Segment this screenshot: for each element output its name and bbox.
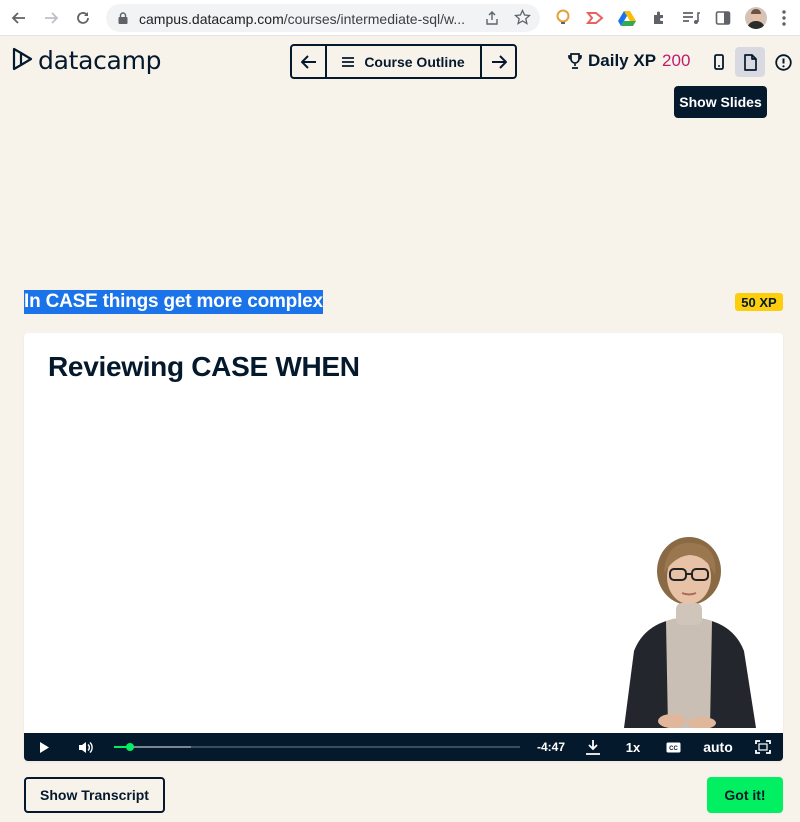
captions-icon: CC (666, 742, 680, 752)
report-issue-button[interactable] (768, 47, 798, 77)
got-it-button[interactable]: Got it! (707, 777, 783, 813)
arrow-right-icon (491, 54, 507, 69)
download-icon (586, 740, 600, 755)
download-button[interactable] (582, 733, 604, 761)
alert-circle-icon (774, 53, 792, 71)
scrubber-handle[interactable] (126, 743, 135, 751)
fullscreen-icon (755, 740, 771, 754)
datacamp-logo[interactable]: datacamp (12, 46, 162, 75)
video-controls: -4:47 1x CC auto (24, 733, 783, 761)
progress-bar[interactable] (114, 743, 520, 751)
share-icon[interactable] (484, 10, 500, 26)
video-player[interactable]: Reviewing CASE WHEN -4:47 1x CC auto (24, 333, 783, 761)
course-outline-label: Course Outline (364, 53, 465, 70)
daily-xp-value: 200 (662, 51, 691, 70)
lightbulb-extension-icon[interactable] (553, 8, 573, 28)
show-transcript-button[interactable]: Show Transcript (24, 777, 165, 813)
mobile-view-button[interactable] (704, 47, 734, 77)
reload-icon[interactable] (72, 7, 94, 29)
previous-exercise-button[interactable] (292, 46, 325, 77)
daily-xp[interactable]: Daily XP 200 (568, 51, 690, 71)
mobile-icon (714, 54, 724, 70)
presenter-video (624, 537, 756, 728)
svg-text:CC: CC (669, 746, 678, 752)
course-navigation: Course Outline (290, 44, 517, 79)
bookmark-star-icon[interactable] (514, 9, 531, 26)
trophy-icon (568, 53, 582, 69)
browser-toolbar: campus.datacamp.com/courses/intermediate… (0, 0, 800, 36)
back-icon[interactable] (8, 7, 30, 29)
logo-text: datacamp (38, 46, 162, 75)
slide-title: Reviewing CASE WHEN (48, 351, 360, 382)
profile-avatar[interactable] (745, 7, 767, 29)
fullscreen-button[interactable] (752, 733, 774, 761)
arrow-left-icon (300, 54, 316, 69)
forward-icon[interactable] (40, 7, 62, 29)
datacamp-logo-icon (12, 47, 33, 70)
address-bar[interactable]: campus.datacamp.com/courses/intermediate… (106, 4, 540, 32)
play-button[interactable] (34, 733, 54, 761)
document-icon (743, 53, 757, 71)
url-text: campus.datacamp.com/courses/intermediate… (139, 11, 466, 27)
quality-button[interactable]: auto (698, 733, 738, 761)
playback-speed-button[interactable]: 1x (622, 733, 644, 761)
xp-badge: 50 XP (735, 293, 783, 311)
side-panel-icon[interactable] (713, 8, 733, 28)
extensions-puzzle-icon[interactable] (649, 8, 669, 28)
daily-xp-label: Daily XP (588, 51, 657, 70)
show-slides-button[interactable] (735, 47, 765, 77)
next-exercise-button[interactable] (482, 46, 515, 77)
media-playlist-icon[interactable] (681, 8, 701, 28)
arrow-extension-icon[interactable] (585, 8, 605, 28)
volume-button[interactable] (74, 733, 96, 761)
course-outline-button[interactable]: Course Outline (325, 46, 482, 77)
chrome-menu-icon[interactable] (774, 8, 794, 28)
captions-button[interactable]: CC (662, 733, 684, 761)
show-slides-tooltip: Show Slides (674, 86, 767, 118)
google-drive-icon[interactable] (617, 8, 637, 28)
time-remaining: -4:47 (536, 740, 565, 754)
menu-icon (342, 56, 355, 67)
play-icon (39, 741, 49, 753)
lock-icon (118, 12, 128, 24)
exercise-title: In CASE things get more complex (24, 290, 323, 314)
volume-icon (78, 741, 93, 753)
